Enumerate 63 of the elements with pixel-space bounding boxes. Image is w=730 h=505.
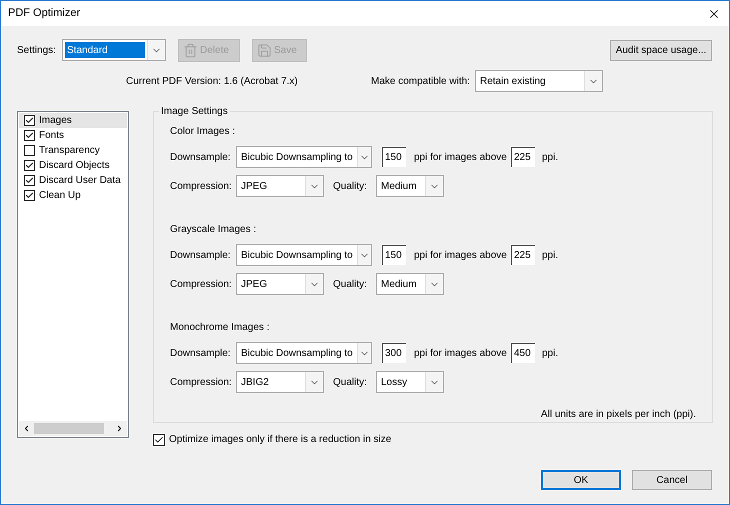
- checkbox[interactable]: [24, 115, 35, 126]
- ppi-unit: ppi.: [542, 248, 558, 262]
- downsample-label: Downsample:: [170, 150, 232, 164]
- dialog-button[interactable]: OK: [541, 470, 621, 490]
- compression-label: Compression:: [170, 180, 233, 194]
- audit-button[interactable]: Audit space usage...: [610, 40, 712, 60]
- section-heading: Monochrome Images :: [170, 321, 270, 335]
- settings-label: Settings:: [17, 44, 57, 58]
- panel-list-item[interactable]: Discard Objects: [19, 158, 127, 173]
- optimize-checkbox[interactable]: [153, 434, 165, 446]
- checkbox[interactable]: [24, 175, 35, 186]
- scroll-right-icon[interactable]: [115, 424, 124, 433]
- section-heading: Grayscale Images :: [170, 223, 258, 237]
- ppi-field[interactable]: 150: [382, 147, 406, 167]
- units-note: All units are in pixels per inch (ppi).: [540, 408, 696, 422]
- above-ppi-field[interactable]: 450: [511, 343, 535, 363]
- trash-icon: [183, 42, 198, 58]
- horizontal-scrollbar[interactable]: [19, 421, 127, 436]
- downsample-label: Downsample:: [170, 248, 232, 262]
- downsample-dropdown[interactable]: Bicubic Downsampling to: [236, 146, 372, 168]
- ppi-field[interactable]: 150: [382, 245, 406, 265]
- downsample-dropdown[interactable]: Bicubic Downsampling to: [236, 342, 372, 364]
- scrollbar-thumb[interactable]: [34, 423, 104, 434]
- quality-dropdown[interactable]: Medium: [376, 273, 444, 295]
- optimize-label: Optimize images only if there is a reduction in size: [169, 433, 392, 447]
- quality-dropdown[interactable]: Lossy: [376, 371, 444, 393]
- panel-list-item[interactable]: Discard User Data: [19, 173, 127, 188]
- checkbox[interactable]: [24, 190, 35, 201]
- ppi-unit: ppi.: [542, 346, 558, 360]
- pdf-version-text: Current PDF Version: 1.6 (Acrobat 7.x): [126, 74, 299, 88]
- compatibility-label: Make compatible with:: [371, 74, 471, 88]
- compression-label: Compression:: [170, 376, 233, 390]
- compatibility-dropdown[interactable]: Retain existing: [475, 70, 603, 92]
- panel-list-item[interactable]: Images: [19, 113, 127, 128]
- compression-dropdown[interactable]: JPEG: [236, 273, 324, 295]
- ppi-field[interactable]: 300: [382, 343, 406, 363]
- downsample-label: Downsample:: [170, 346, 232, 360]
- compression-label: Compression:: [170, 278, 233, 292]
- compression-dropdown[interactable]: JBIG2: [236, 371, 324, 393]
- panel-list-item[interactable]: Fonts: [19, 128, 127, 143]
- above-ppi-field[interactable]: 225: [511, 147, 535, 167]
- checkbox[interactable]: [24, 145, 35, 156]
- window-title: PDF Optimizer: [8, 6, 80, 22]
- group-title: Image Settings: [160, 105, 229, 119]
- panel-list-item[interactable]: Transparency: [19, 143, 127, 158]
- panel-list-item[interactable]: Clean Up: [19, 188, 127, 203]
- ppi-text: ppi for images above: [414, 150, 508, 164]
- downsample-dropdown[interactable]: Bicubic Downsampling to: [236, 244, 372, 266]
- scroll-left-icon[interactable]: [22, 424, 31, 433]
- quality-label: Quality:: [333, 376, 368, 390]
- quality-dropdown[interactable]: Medium: [376, 175, 444, 197]
- checkbox[interactable]: [24, 130, 35, 141]
- ppi-text: ppi for images above: [414, 346, 508, 360]
- compression-dropdown[interactable]: JPEG: [236, 175, 324, 197]
- dialog-button[interactable]: Cancel: [632, 470, 712, 490]
- ppi-unit: ppi.: [542, 150, 558, 164]
- above-ppi-field[interactable]: 225: [511, 245, 535, 265]
- checkbox[interactable]: [24, 160, 35, 171]
- section-heading: Color Images :: [170, 125, 236, 139]
- quality-label: Quality:: [333, 180, 368, 194]
- quality-label: Quality:: [333, 278, 368, 292]
- ppi-text: ppi for images above: [414, 248, 508, 262]
- settings-dropdown[interactable]: Standard: [62, 39, 166, 61]
